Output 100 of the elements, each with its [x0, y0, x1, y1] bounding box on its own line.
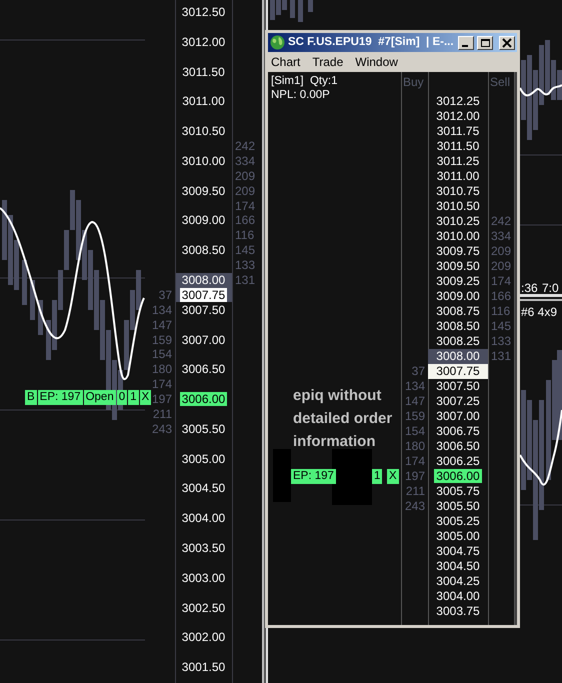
- close-button[interactable]: [499, 36, 515, 50]
- price-label: 3007.00: [436, 408, 480, 422]
- price-label: 3012.50: [180, 4, 226, 19]
- price-label: 3007.25: [436, 394, 480, 408]
- price-label: 3004.75: [436, 544, 480, 558]
- price-label: 3009.25: [436, 274, 480, 288]
- time-label: 7:0: [542, 280, 559, 297]
- price-label: 3011.00: [436, 168, 480, 182]
- size-label: 133: [235, 258, 256, 272]
- price-label: 3010.75: [436, 184, 480, 198]
- candle: [22, 260, 27, 305]
- candle: [298, 0, 303, 22]
- price-label: 3003.50: [180, 541, 226, 555]
- size-label: 147: [152, 318, 172, 332]
- price-label: 3008.50: [436, 318, 480, 332]
- price-label: 3009.50: [180, 184, 226, 198]
- pane-separator: [520, 294, 562, 301]
- column-header: Buy: [402, 75, 424, 89]
- ask-size-label: 209: [491, 244, 512, 258]
- bid-size-label: 197: [404, 468, 425, 482]
- menu-item[interactable]: Trade: [312, 53, 344, 71]
- price-label: 3005.50: [436, 498, 480, 512]
- price-label: 3007.50: [180, 302, 226, 317]
- price-label: 3009.00: [436, 288, 480, 302]
- size-label: 211: [152, 406, 172, 421]
- time-label: :36: [521, 280, 538, 297]
- price-label: 3009.00: [180, 213, 226, 228]
- menu-item[interactable]: Window: [355, 53, 398, 71]
- candle: [30, 280, 35, 320]
- bid-size-label: 37: [412, 364, 425, 378]
- redaction-box: [273, 449, 291, 502]
- ask-size-label: 131: [491, 348, 512, 362]
- price-label: 3007.75: [436, 364, 480, 378]
- cancel-order-button[interactable]: X: [140, 390, 152, 405]
- price-label: 3006.00: [180, 392, 228, 406]
- ask-size-label: 209: [491, 258, 512, 272]
- minimize-button[interactable]: [458, 36, 474, 50]
- ask-size-label: 166: [491, 288, 512, 302]
- globe-icon: [270, 35, 285, 50]
- price-label: 3011.50: [436, 138, 480, 152]
- bid-size-label: 180: [404, 438, 425, 452]
- bid-size-label: 211: [406, 484, 425, 498]
- price-label: 3004.25: [436, 574, 480, 588]
- price-label: 3004.50: [180, 481, 226, 496]
- price-label: 3007.50: [436, 378, 480, 392]
- size-label: 159: [152, 332, 172, 347]
- price-label: 3005.25: [436, 514, 480, 528]
- price-label: 3006.25: [436, 454, 480, 468]
- price-label: 3007.00: [180, 332, 226, 347]
- maximize-button[interactable]: [477, 36, 493, 50]
- order-side-label: B: [25, 390, 37, 405]
- ask-size-label: 174: [491, 274, 512, 288]
- size-label: 209: [235, 184, 256, 198]
- size-label: 180: [152, 362, 172, 376]
- column-header: Sell: [489, 75, 510, 89]
- price-label: 3004.00: [180, 511, 226, 526]
- price-label: 3003.00: [180, 570, 226, 585]
- price-label: 3005.75: [436, 484, 480, 498]
- price-label: 3012.25: [436, 94, 480, 108]
- price-label: 3012.00: [180, 34, 226, 49]
- candle: [290, 0, 295, 18]
- price-label: 3011.00: [181, 94, 226, 108]
- price-label: 3008.25: [436, 334, 480, 348]
- price-label: 3005.50: [180, 422, 226, 436]
- size-label: 174: [152, 377, 172, 392]
- size-label: 131: [235, 272, 256, 287]
- order-quantity-label: 1: [128, 390, 139, 405]
- size-label: 116: [235, 228, 254, 242]
- bid-size-label: 147: [404, 394, 425, 408]
- filled-quantity-label: 0: [116, 390, 128, 405]
- price-label: 3006.00: [434, 468, 482, 482]
- size-label: 166: [235, 213, 256, 228]
- price-label: 3003.75: [436, 604, 480, 618]
- cancel-order-button[interactable]: X: [387, 469, 399, 484]
- price-label: 3010.25: [436, 214, 480, 228]
- candle: [308, 0, 313, 12]
- bid-size-label: 134: [404, 378, 425, 392]
- price-label: 3004.00: [436, 588, 480, 602]
- redaction-box: [332, 449, 372, 505]
- size-label: 154: [152, 347, 172, 362]
- price-label: 3002.50: [180, 600, 226, 615]
- ask-size-label: 133: [491, 334, 512, 348]
- price-label: 3010.00: [436, 228, 480, 242]
- menu-item[interactable]: Chart: [271, 53, 300, 71]
- price-label: 3005.00: [436, 528, 480, 542]
- candle: [38, 300, 43, 335]
- size-label: 37: [158, 288, 172, 302]
- quantity-label: Qty:1: [310, 75, 338, 87]
- price-label: 3011.25: [436, 154, 480, 168]
- account-label: [Sim1]: [271, 75, 304, 87]
- annotation-text: epiq without detailed order information: [293, 386, 394, 452]
- price-label: 3010.00: [180, 154, 226, 168]
- moving-average-line: [519, 84, 562, 96]
- size-label: 243: [152, 422, 172, 436]
- entry-price-label: EP: 197: [38, 390, 83, 405]
- ask-size-label: 116: [491, 304, 510, 318]
- price-label: 3008.00: [436, 348, 480, 362]
- chart-label: #6 4x9: [521, 304, 558, 321]
- size-label: 334: [235, 154, 256, 168]
- price-label: 3002.00: [180, 630, 226, 644]
